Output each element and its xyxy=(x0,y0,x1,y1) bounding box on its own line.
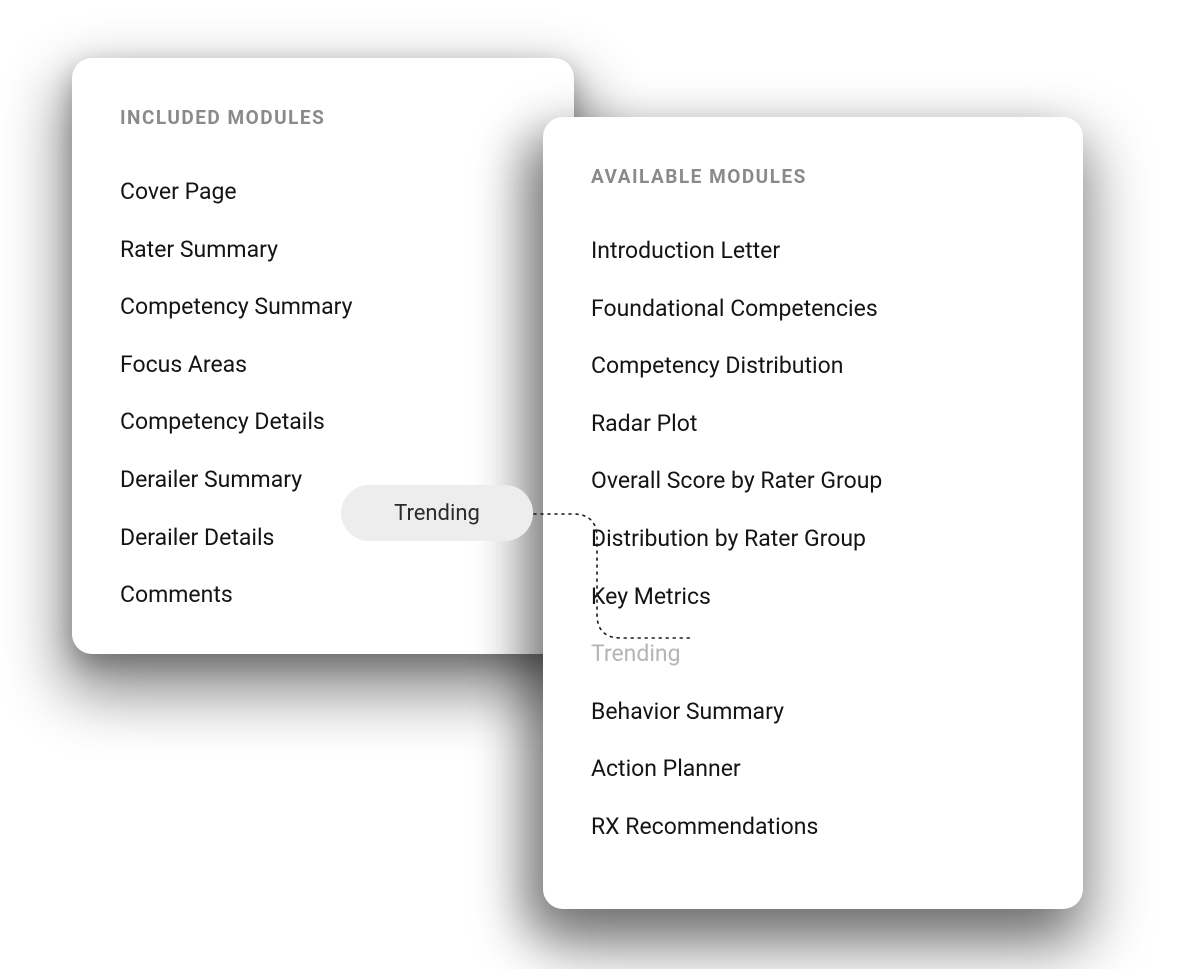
list-item[interactable]: Competency Details xyxy=(120,393,526,451)
available-modules-title: AVAILABLE MODULES xyxy=(591,165,1035,188)
list-item[interactable]: Behavior Summary xyxy=(591,683,1035,741)
list-item[interactable]: Radar Plot xyxy=(591,395,1035,453)
list-item[interactable]: Cover Page xyxy=(120,163,526,221)
list-item[interactable]: Introduction Letter xyxy=(591,222,1035,280)
included-modules-card: INCLUDED MODULES Cover Page Rater Summar… xyxy=(72,58,574,654)
list-item-ghost[interactable]: Trending xyxy=(591,625,1035,683)
list-item[interactable]: Competency Distribution xyxy=(591,337,1035,395)
list-item[interactable]: Overall Score by Rater Group xyxy=(591,452,1035,510)
dragging-module-label: Trending xyxy=(394,501,480,526)
list-item[interactable]: Focus Areas xyxy=(120,336,526,394)
list-item[interactable]: Distribution by Rater Group xyxy=(591,510,1035,568)
list-item[interactable]: Competency Summary xyxy=(120,278,526,336)
list-item[interactable]: Comments xyxy=(120,566,526,624)
available-modules-list[interactable]: Introduction Letter Foundational Compete… xyxy=(591,222,1035,856)
list-item[interactable]: Foundational Competencies xyxy=(591,280,1035,338)
list-item[interactable]: RX Recommendations xyxy=(591,798,1035,856)
modules-picker-stage: INCLUDED MODULES Cover Page Rater Summar… xyxy=(0,0,1200,969)
available-modules-card: AVAILABLE MODULES Introduction Letter Fo… xyxy=(543,117,1083,909)
dragging-module-chip[interactable]: Trending xyxy=(341,485,533,541)
list-item[interactable]: Rater Summary xyxy=(120,221,526,279)
list-item[interactable]: Key Metrics xyxy=(591,568,1035,626)
included-modules-title: INCLUDED MODULES xyxy=(120,106,526,129)
included-modules-list[interactable]: Cover Page Rater Summary Competency Summ… xyxy=(120,163,526,624)
list-item[interactable]: Action Planner xyxy=(591,740,1035,798)
